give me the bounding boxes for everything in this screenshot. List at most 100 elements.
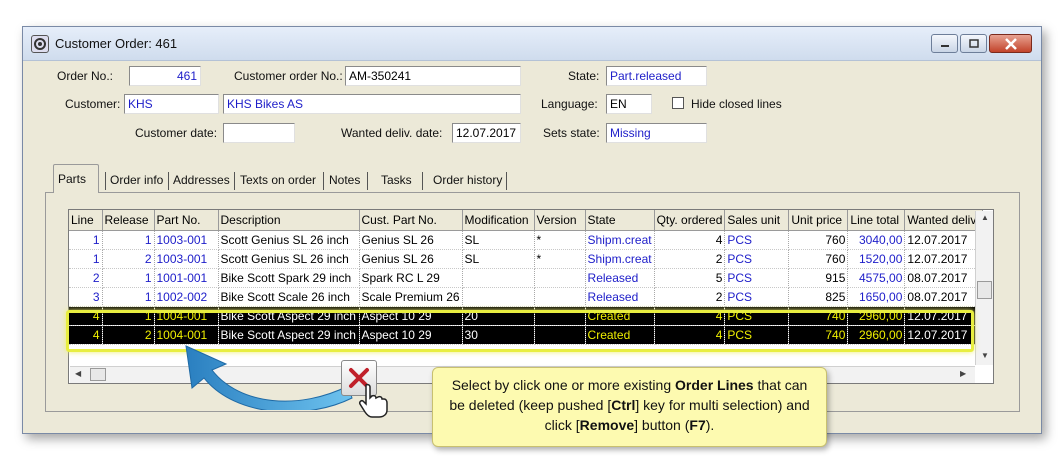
minimize-icon [940, 44, 949, 47]
customer-code-field[interactable]: KHS [124, 94, 219, 114]
tab-divider [422, 172, 423, 190]
order-no-label: Order No.: [57, 69, 114, 83]
cell-line-total: 1520,00 [847, 249, 906, 269]
tab-order-info[interactable]: Order info [106, 168, 167, 192]
cell-description: Scott Genius SL 26 inch [218, 230, 360, 250]
table-row[interactable]: 1 1 1003-001 Scott Genius SL 26 inch Genius … [69, 230, 984, 250]
customer-date-label: Customer date: [135, 126, 218, 140]
cell-sales-unit: PCS [724, 306, 790, 326]
horizontal-scroll-thumb[interactable] [90, 368, 106, 381]
table-row[interactable]: 2 1 1001-001 Bike Scott Spark 29 inch Spark … [69, 268, 984, 288]
column-header-qty-ordered[interactable]: Qty. ordered [654, 210, 726, 231]
cell-line: 1 [69, 249, 103, 269]
customer-date-field[interactable] [223, 123, 295, 143]
cell-version [534, 325, 586, 345]
column-header-part-no[interactable]: Part No. [154, 210, 219, 231]
cell-release: 1 [102, 268, 155, 288]
cell-line-total: 2960,00 [847, 306, 906, 326]
callout-text-1: Select by click one or more existing [451, 377, 676, 393]
cell-qty-ordered: 4 [654, 306, 726, 326]
cell-sales-unit: PCS [724, 268, 790, 288]
tab-divider [234, 172, 235, 190]
state-label: State: [568, 69, 600, 83]
cell-release: 1 [102, 306, 155, 326]
minimize-button[interactable] [931, 34, 958, 53]
cell-unit-price: 740 [788, 325, 849, 345]
column-header-release[interactable]: Release [102, 210, 155, 231]
cell-state: Released [585, 287, 655, 307]
scroll-left-icon[interactable]: ◀ [75, 369, 81, 378]
column-header-state[interactable]: State [585, 210, 655, 231]
cell-line: 4 [69, 306, 103, 326]
vertical-scrollbar[interactable]: ▲ ▼ [975, 211, 993, 365]
tab-notes[interactable]: Notes [325, 168, 364, 192]
table-row[interactable]: 3 1 1002-002 Bike Scott Scale 26 inch Scale … [69, 287, 984, 307]
cell-wanted-deliv: 12.07.2017 [904, 249, 984, 269]
tab-divider [367, 172, 368, 190]
table-row[interactable]: 1 2 1003-001 Scott Genius SL 26 inch Genius … [69, 249, 984, 269]
tab-tasks[interactable]: Tasks [377, 168, 416, 192]
cell-description: Bike Scott Spark 29 inch [218, 268, 360, 288]
cell-cust-part-no: Genius SL 26 [359, 249, 463, 269]
vertical-scroll-thumb[interactable] [977, 281, 992, 299]
cell-wanted-deliv: 08.07.2017 [904, 287, 984, 307]
customer-order-no-field[interactable]: AM-350241 [345, 66, 521, 86]
callout-ctrl-key: Ctrl [611, 397, 636, 413]
tab-divider [323, 172, 324, 190]
grid-body: 1 1 1003-001 Scott Genius SL 26 inch Genius … [69, 230, 984, 345]
tab-texts-on-order[interactable]: Texts on order [236, 168, 320, 192]
cell-qty-ordered: 2 [654, 287, 726, 307]
table-row[interactable]: 4 1 1004-001 Bike Scott Aspect 29 inch Aspec… [69, 306, 984, 326]
cell-version [534, 287, 586, 307]
cell-part-no: 1002-002 [154, 287, 219, 307]
column-header-wanted-deliv[interactable]: Wanted deliv [904, 210, 984, 231]
maximize-icon [968, 38, 979, 48]
cell-wanted-deliv: 12.07.2017 [904, 325, 984, 345]
cell-part-no: 1003-001 [154, 230, 219, 250]
language-field[interactable]: EN [606, 94, 652, 114]
sets-state-label: Sets state: [543, 126, 600, 140]
maximize-button[interactable] [960, 34, 987, 53]
hide-closed-checkbox[interactable] [672, 97, 684, 109]
cell-state: Created [585, 325, 655, 345]
cell-modification: 20 [462, 306, 535, 326]
cell-cust-part-no: Aspect 10 29 [359, 306, 463, 326]
scroll-up-icon[interactable]: ▲ [981, 213, 989, 222]
cell-modification: SL [462, 230, 535, 250]
column-header-description[interactable]: Description [218, 210, 360, 231]
close-button[interactable] [989, 34, 1032, 53]
order-no-field[interactable]: 461 [129, 66, 201, 86]
cell-line-total: 2960,00 [847, 325, 906, 345]
tab-parts[interactable]: Parts [53, 164, 99, 193]
cell-modification: 30 [462, 325, 535, 345]
column-header-sales-unit[interactable]: Sales unit [724, 210, 790, 231]
state-field: Part.released [606, 66, 707, 86]
cell-version: * [534, 230, 586, 250]
column-header-unit-price[interactable]: Unit price [788, 210, 849, 231]
wanted-deliv-field[interactable]: 12.07.2017 [452, 123, 521, 143]
customer-name-field: KHS Bikes AS [223, 94, 521, 114]
cell-wanted-deliv: 08.07.2017 [904, 268, 984, 288]
column-header-modification[interactable]: Modification [462, 210, 535, 231]
column-header-line-total[interactable]: Line total [847, 210, 906, 231]
cell-sales-unit: PCS [724, 287, 790, 307]
scroll-right-icon[interactable]: ▶ [960, 369, 966, 378]
cell-line: 3 [69, 287, 103, 307]
close-icon [1004, 37, 1017, 50]
cell-modification: SL [462, 249, 535, 269]
cell-sales-unit: PCS [724, 325, 790, 345]
cell-sales-unit: PCS [724, 249, 790, 269]
column-header-cust-part-no[interactable]: Cust. Part No. [359, 210, 463, 231]
title-bar: Customer Order: 461 [23, 27, 1041, 61]
cell-cust-part-no: Scale Premium 26 [359, 287, 463, 307]
cell-qty-ordered: 4 [654, 230, 726, 250]
tab-addresses[interactable]: Addresses [169, 168, 234, 192]
cell-description: Scott Genius SL 26 inch [218, 249, 360, 269]
cell-line: 4 [69, 325, 103, 345]
column-header-version[interactable]: Version [534, 210, 586, 231]
cell-release: 1 [102, 230, 155, 250]
tab-order-history[interactable]: Order history [429, 168, 506, 192]
column-header-line[interactable]: Line [69, 210, 103, 231]
cell-line: 1 [69, 230, 103, 250]
scroll-down-icon[interactable]: ▼ [981, 351, 989, 360]
